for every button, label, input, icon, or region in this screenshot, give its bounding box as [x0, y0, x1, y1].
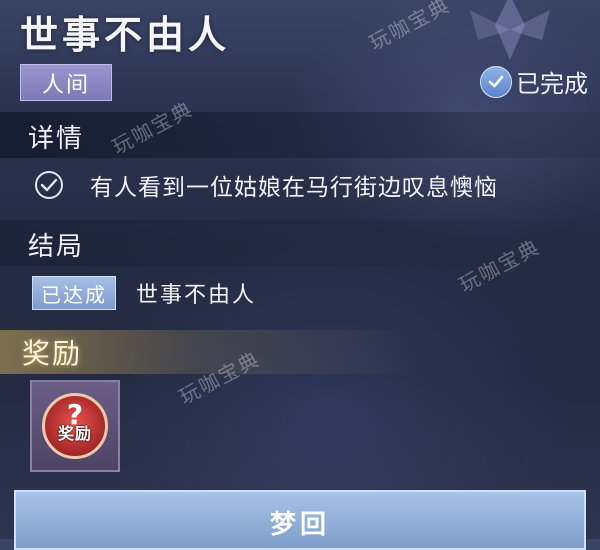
- completion-status: 已完成: [480, 64, 588, 99]
- reward-item-label: 奖励: [57, 424, 92, 443]
- circle-check-icon: [35, 171, 63, 199]
- watermark: 玩咖宝典: [365, 0, 455, 56]
- reward-item-slot[interactable]: ? 奖励: [30, 380, 120, 472]
- status-label: 已完成: [516, 70, 588, 98]
- location-tag: 人间: [20, 64, 112, 101]
- details-header-band: [0, 112, 600, 158]
- task-text: 有人看到一位姑娘在马行街边叹息懊恼: [90, 175, 498, 201]
- reward-label: 奖励: [22, 337, 83, 370]
- task-item: 有人看到一位姑娘在马行街边叹息懊恼: [34, 168, 498, 202]
- ending-row: 已达成 世事不由人: [32, 276, 256, 310]
- flower-decoration-icon: [470, 0, 550, 60]
- dream-return-button[interactable]: 梦回: [14, 490, 586, 550]
- quest-title: 世事不由人: [20, 13, 231, 57]
- details-label: 详情: [28, 124, 85, 154]
- ending-name: 世事不由人: [136, 283, 257, 308]
- ending-achieved-badge: 已达成: [32, 276, 116, 310]
- ending-label: 结局: [28, 232, 85, 262]
- mystery-reward-icon: ? 奖励: [42, 393, 108, 459]
- checkmark-icon: [480, 65, 512, 98]
